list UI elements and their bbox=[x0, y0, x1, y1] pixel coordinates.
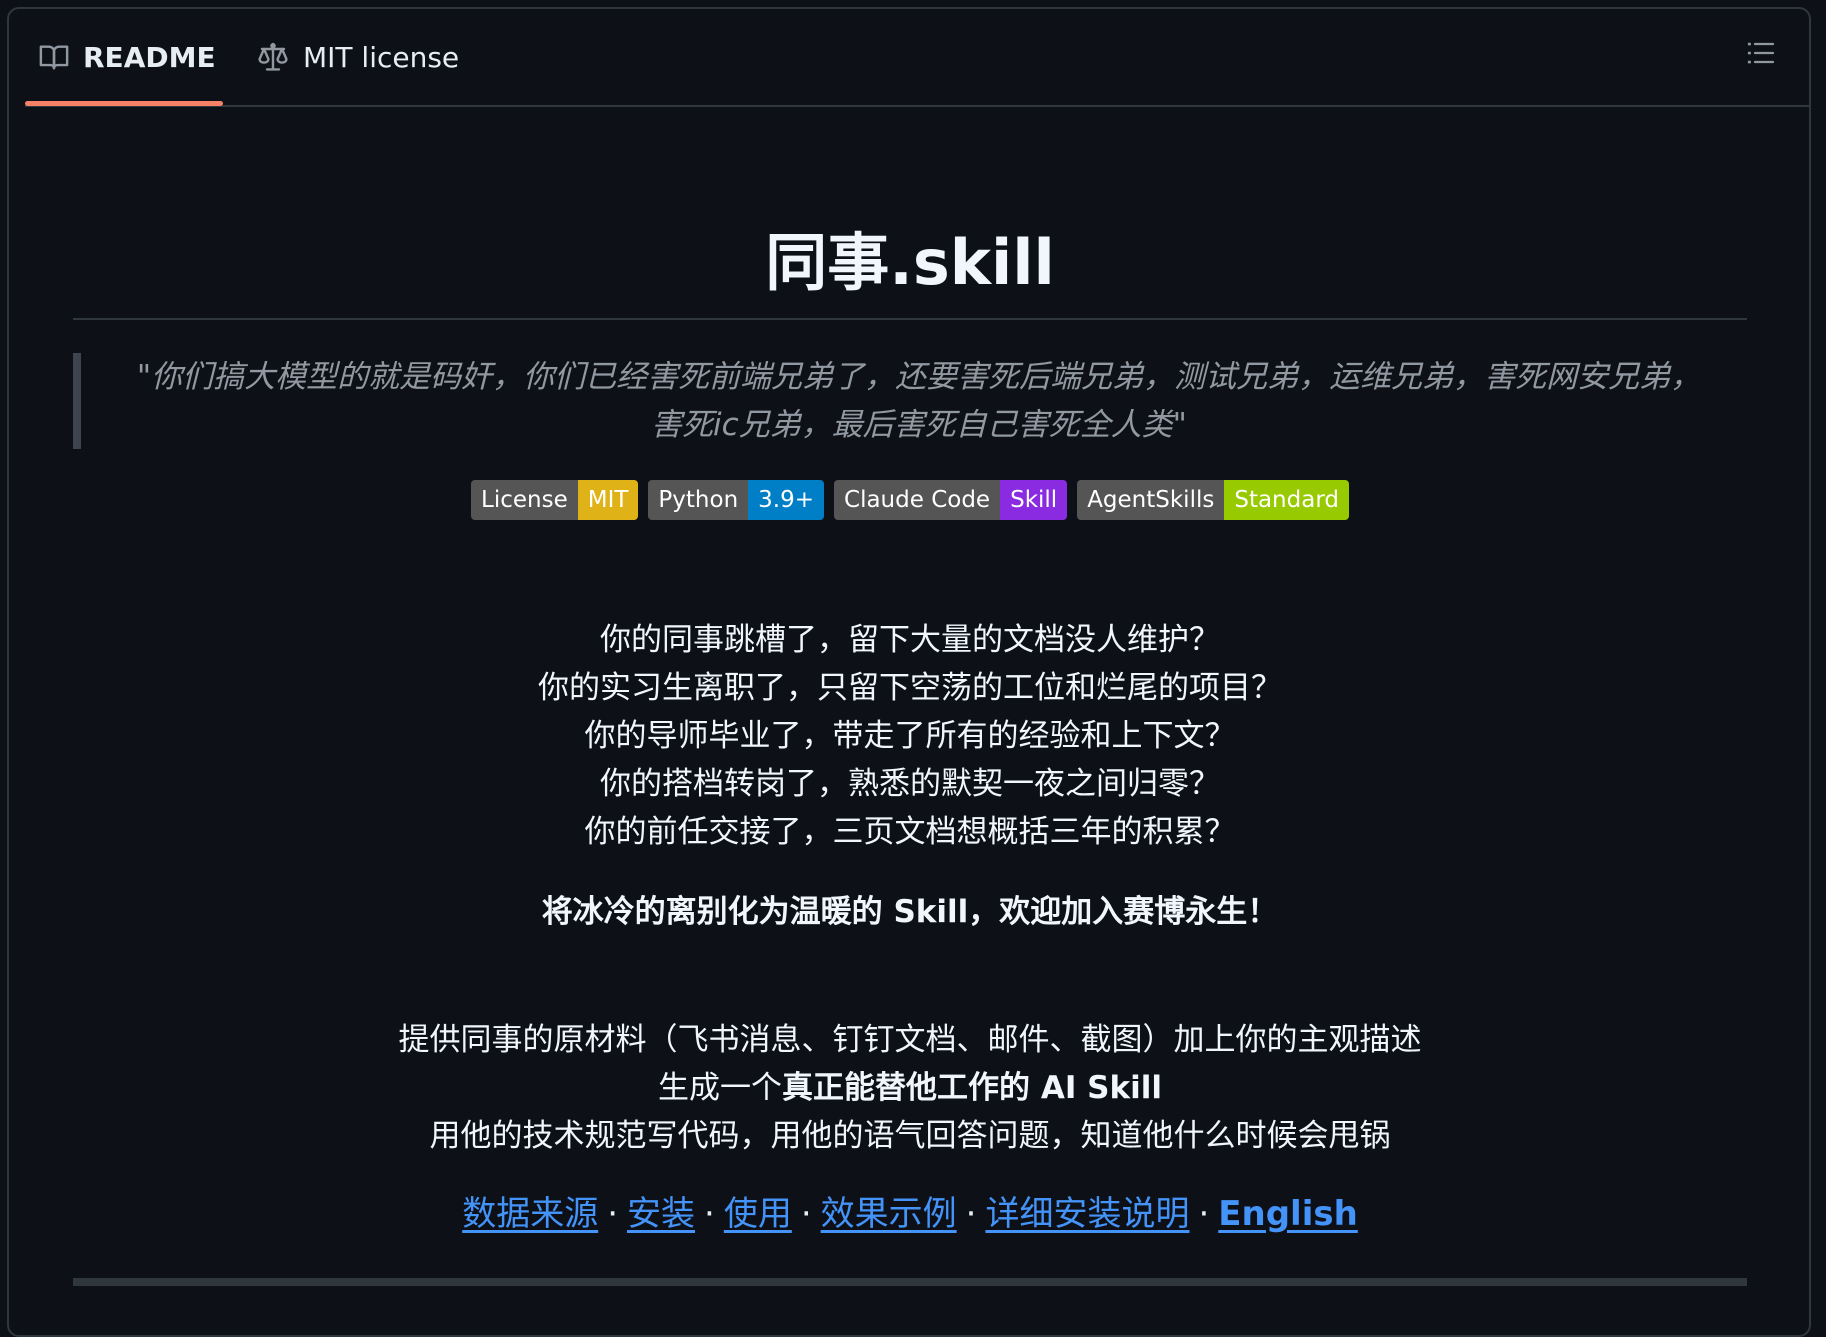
badge-label: License bbox=[471, 480, 578, 520]
outline-button[interactable] bbox=[1741, 35, 1781, 75]
book-icon bbox=[39, 42, 69, 72]
section-divider bbox=[73, 1278, 1747, 1286]
badge-python[interactable]: Python 3.9+ bbox=[648, 480, 825, 520]
badge-label: Python bbox=[648, 480, 749, 520]
link-separator: · bbox=[704, 1194, 715, 1234]
intro-line: 你的同事跳槽了，留下大量的文档没人维护？ bbox=[600, 622, 1220, 658]
link-examples[interactable]: 效果示例 bbox=[821, 1194, 957, 1234]
description-line-1: 提供同事的原材料（飞书消息、钉钉文档、邮件、截图）加上你的主观描述 bbox=[398, 1022, 1422, 1058]
link-separator: · bbox=[1198, 1194, 1210, 1234]
badge-value: Skill bbox=[1000, 480, 1068, 520]
badge-label: AgentSkills bbox=[1077, 480, 1225, 520]
link-usage[interactable]: 使用 bbox=[724, 1194, 792, 1234]
markdown-body: 同事.skill "你们搞大模型的就是码奸，你们已经害死前端兄弟了，还要害死后端… bbox=[73, 105, 1747, 1286]
badge-value: MIT bbox=[577, 480, 639, 520]
description-prefix: 生成一个 bbox=[658, 1070, 783, 1106]
link-english[interactable]: English bbox=[1218, 1194, 1358, 1234]
badge-claude-code[interactable]: Claude Code Skill bbox=[834, 480, 1068, 520]
tab-bar: README MIT license bbox=[25, 9, 1809, 107]
description-emphasis: 真正能替他工作的 AI Skill bbox=[782, 1070, 1162, 1106]
intro-line: 你的实习生离职了，只留下空荡的工位和烂尾的项目？ bbox=[538, 670, 1282, 706]
badge-agentskills[interactable]: AgentSkills Standard bbox=[1077, 480, 1349, 520]
intro-line: 你的导师毕业了，带走了所有的经验和上下文？ bbox=[584, 718, 1236, 754]
badge-value: 3.9+ bbox=[748, 480, 825, 520]
link-separator: · bbox=[607, 1194, 619, 1234]
blockquote: "你们搞大模型的就是码奸，你们已经害死前端兄弟了，还要害死后端兄弟，测试兄弟，运… bbox=[73, 353, 1747, 449]
tab-readme[interactable]: README bbox=[39, 9, 223, 105]
quote-text: "你们搞大模型的就是码奸，你们已经害死前端兄弟了，还要害死后端兄弟，测试兄弟，运… bbox=[136, 359, 1702, 443]
badge-row: License MIT Python 3.9+ Claude Code Skil… bbox=[73, 480, 1747, 520]
page-title: 同事.skill bbox=[765, 226, 1055, 299]
intro-line: 你的搭档转岗了，熟悉的默契一夜之间归零？ bbox=[600, 766, 1220, 802]
tab-license[interactable]: MIT license bbox=[257, 9, 459, 105]
intro-line: 你的前任交接了，三页文档想概括三年的积累？ bbox=[584, 814, 1236, 850]
description-line-3: 用他的技术规范写代码，用他的语气回答问题，知道他什么时候会甩锅 bbox=[429, 1118, 1391, 1154]
description-paragraph: 提供同事的原材料（飞书消息、钉钉文档、邮件、截图）加上你的主观描述 生成一个真正… bbox=[73, 1016, 1747, 1160]
intro-paragraph: 你的同事跳槽了，留下大量的文档没人维护？ 你的实习生离职了，只留下空荡的工位和烂… bbox=[73, 616, 1747, 856]
list-icon bbox=[1746, 38, 1776, 72]
link-install-guide[interactable]: 详细安装说明 bbox=[985, 1194, 1189, 1234]
link-separator: · bbox=[965, 1194, 977, 1234]
nav-links: 数据来源 · 安装 · 使用 · 效果示例 · 详细安装说明 · English bbox=[73, 1190, 1747, 1238]
badge-license[interactable]: License MIT bbox=[471, 480, 639, 520]
tab-readme-label: README bbox=[83, 40, 216, 74]
readme-panel: README MIT license 同事.skill "你们搞大模型的就是码奸… bbox=[7, 7, 1811, 1337]
tab-license-label: MIT license bbox=[303, 40, 460, 74]
title-divider bbox=[73, 318, 1747, 320]
link-separator: · bbox=[800, 1194, 812, 1234]
link-install[interactable]: 安装 bbox=[627, 1194, 695, 1234]
scale-icon bbox=[257, 41, 289, 73]
badge-label: Claude Code bbox=[834, 480, 1001, 520]
description-line-2: 生成一个真正能替他工作的 AI Skill bbox=[73, 1064, 1747, 1112]
link-data-sources[interactable]: 数据来源 bbox=[462, 1194, 598, 1234]
badge-value: Standard bbox=[1224, 480, 1349, 520]
tagline: 将冰冷的离别化为温暖的 Skill，欢迎加入赛博永生！ bbox=[541, 894, 1279, 930]
